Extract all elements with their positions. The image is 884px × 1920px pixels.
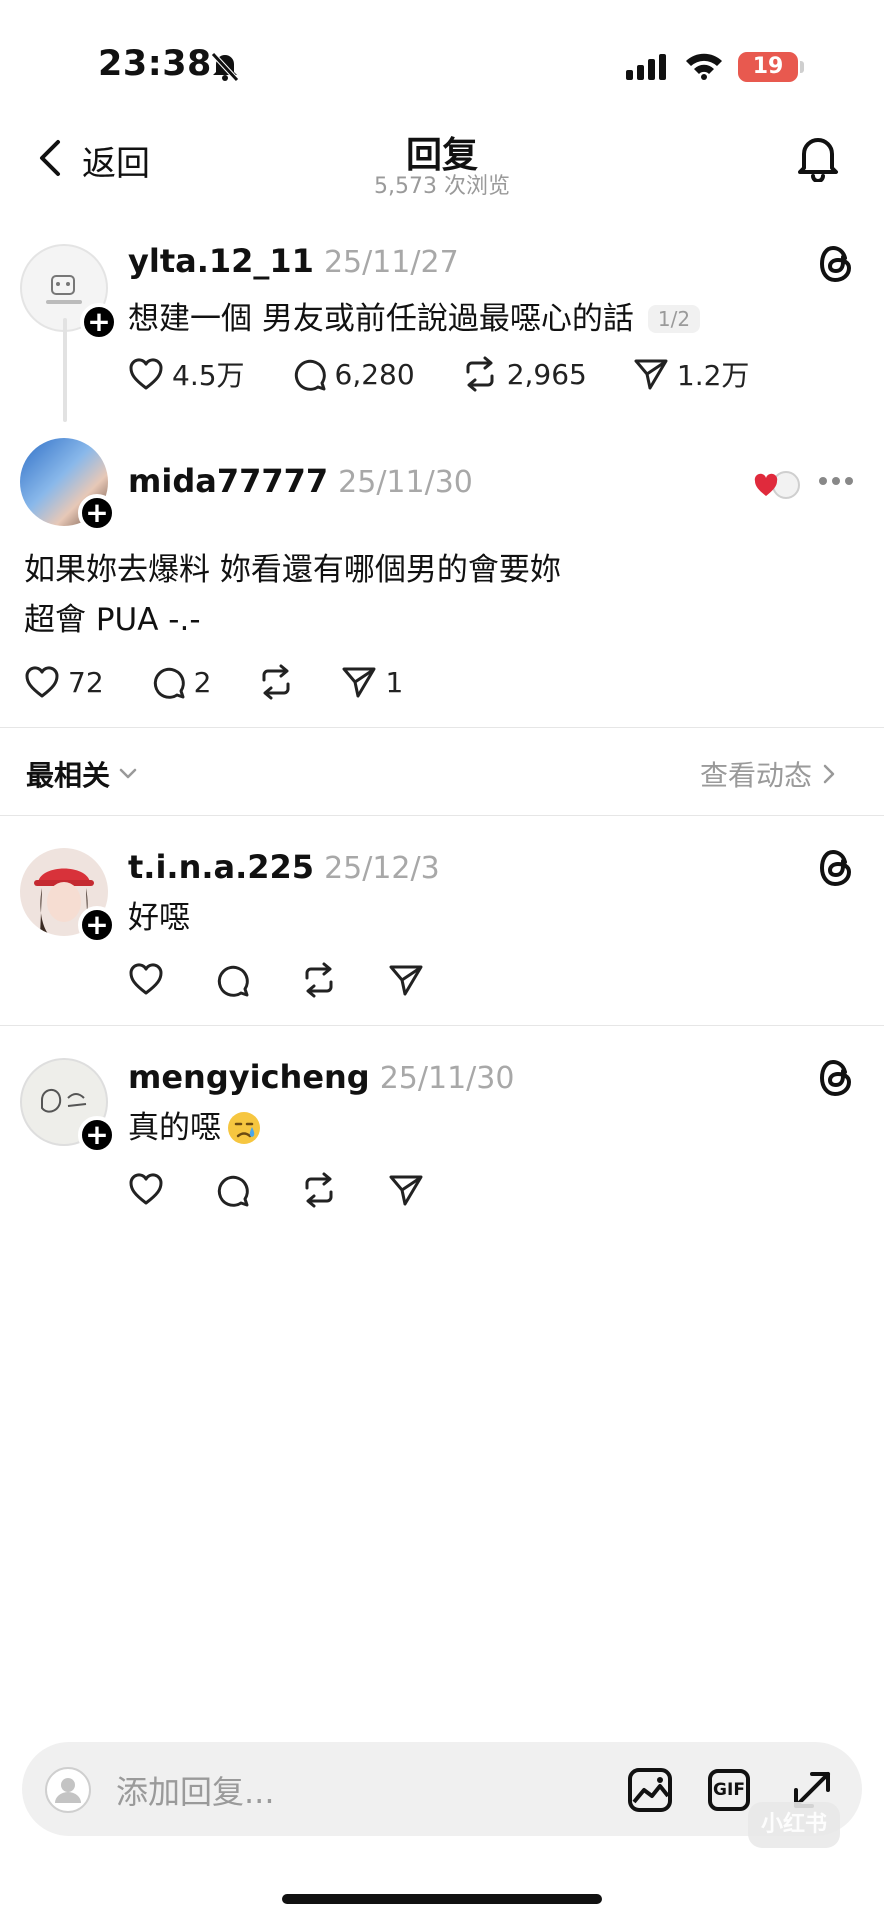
threads-icon[interactable] bbox=[818, 848, 854, 888]
status-time: 23:38 bbox=[98, 44, 212, 84]
repost-button[interactable]: 2,965 bbox=[461, 354, 587, 394]
reply-body: 真的噁 bbox=[128, 1103, 263, 1153]
follow-plus-icon[interactable]: + bbox=[78, 1116, 116, 1154]
post-actions: 4.5万 6,280 2,965 1.2万 bbox=[128, 354, 749, 394]
comment-icon[interactable] bbox=[214, 1172, 250, 1208]
post-body: 想建一個 男友或前任說過最噁心的話 1/2 bbox=[128, 294, 701, 344]
post-header: ylta.12_11 25/11/27 bbox=[128, 242, 459, 280]
share-count: 1.2万 bbox=[676, 359, 750, 392]
signal-icon bbox=[626, 54, 670, 80]
like-count: 4.5万 bbox=[172, 359, 245, 392]
heart-icon bbox=[25, 666, 59, 698]
more-icon[interactable] bbox=[818, 476, 854, 486]
bell-off-icon bbox=[210, 50, 240, 82]
comment-icon bbox=[153, 667, 185, 699]
reply-text-line2: 超會 PUA -.- bbox=[24, 602, 201, 638]
follow-plus-icon[interactable]: + bbox=[80, 303, 118, 341]
divider bbox=[0, 815, 884, 816]
reply-input[interactable]: 添加回复... bbox=[116, 1767, 275, 1813]
reply-header: mengyicheng 25/11/30 bbox=[128, 1058, 514, 1096]
chevron-down-icon bbox=[119, 768, 137, 779]
share-icon[interactable] bbox=[388, 962, 424, 998]
heart-icon bbox=[129, 358, 163, 390]
repost-count: 2,965 bbox=[506, 357, 587, 391]
like-button[interactable]: 72 bbox=[24, 664, 104, 700]
comment-count: 2 bbox=[193, 665, 212, 699]
comment-count: 6,280 bbox=[334, 357, 415, 391]
share-count: 1 bbox=[385, 665, 404, 699]
like-count: 72 bbox=[68, 665, 104, 699]
post-text: 想建一個 男友或前任說過最噁心的話 bbox=[128, 301, 634, 337]
repost-icon bbox=[262, 664, 290, 700]
bell-icon bbox=[798, 138, 838, 182]
page-badge: 1/2 bbox=[647, 305, 701, 333]
comment-icon bbox=[294, 359, 326, 391]
chevron-right-icon bbox=[823, 764, 835, 784]
username[interactable]: t.i.n.a.225 bbox=[128, 848, 314, 886]
reply-text-line1: 如果妳去爆料 妳看還有哪個男的會要妳 bbox=[24, 552, 561, 588]
reply-actions bbox=[128, 1172, 424, 1208]
threads-icon[interactable] bbox=[818, 1058, 854, 1098]
activity-label: 查看动态 bbox=[700, 759, 813, 792]
sort-label: 最相关 bbox=[26, 759, 111, 792]
comment-button[interactable]: 2 bbox=[150, 664, 212, 700]
divider bbox=[0, 1025, 884, 1026]
username[interactable]: mengyicheng bbox=[128, 1058, 370, 1096]
divider bbox=[0, 727, 884, 728]
reply-date: 25/12/3 bbox=[324, 851, 440, 886]
share-icon[interactable] bbox=[388, 1172, 424, 1208]
home-indicator bbox=[282, 1894, 602, 1904]
view-activity-link[interactable]: 查看动态 bbox=[700, 754, 836, 794]
reply-actions: 72 2 1 bbox=[24, 664, 403, 700]
reply-text: 真的噁 bbox=[128, 1110, 221, 1146]
battery-indicator: 19 bbox=[738, 52, 798, 82]
like-button[interactable]: 4.5万 bbox=[128, 354, 245, 394]
reply-header: mida77777 25/11/30 bbox=[128, 462, 473, 500]
notification-button[interactable] bbox=[796, 132, 840, 182]
user-avatar-icon bbox=[44, 1766, 92, 1814]
post-date: 25/11/27 bbox=[323, 245, 459, 280]
reply-date: 25/11/30 bbox=[338, 465, 473, 500]
threads-icon[interactable] bbox=[818, 244, 854, 284]
thread-line bbox=[63, 318, 67, 422]
share-icon bbox=[342, 667, 376, 698]
view-count: 5,573 次浏览 bbox=[374, 174, 510, 199]
reply-actions bbox=[128, 962, 424, 998]
share-icon bbox=[634, 359, 668, 390]
watermark: 小红书 bbox=[748, 1802, 840, 1848]
repost-icon bbox=[466, 356, 494, 392]
heart-icon[interactable] bbox=[128, 962, 164, 996]
username[interactable]: mida77777 bbox=[128, 462, 328, 500]
sort-dropdown[interactable]: 最相关 bbox=[26, 754, 138, 794]
reply-header: t.i.n.a.225 25/12/3 bbox=[128, 848, 440, 886]
comment-icon[interactable] bbox=[214, 962, 250, 998]
follow-plus-icon[interactable]: + bbox=[78, 494, 116, 532]
crying-face-icon bbox=[228, 1112, 260, 1144]
follow-plus-icon[interactable]: + bbox=[78, 906, 116, 944]
repost-icon[interactable] bbox=[300, 962, 338, 998]
liked-by-author-icon bbox=[752, 468, 802, 502]
username[interactable]: ylta.12_11 bbox=[128, 242, 314, 280]
reply-date: 25/11/30 bbox=[379, 1061, 515, 1096]
share-button[interactable]: 1 bbox=[341, 664, 403, 700]
image-icon[interactable] bbox=[626, 1766, 674, 1814]
share-button[interactable]: 1.2万 bbox=[633, 354, 750, 394]
battery-cap bbox=[800, 61, 804, 73]
comment-button[interactable]: 6,280 bbox=[291, 354, 415, 394]
gif-icon[interactable]: GIF bbox=[708, 1769, 750, 1811]
repost-button[interactable] bbox=[257, 664, 295, 700]
reply-text: 好噁 bbox=[128, 900, 190, 936]
wifi-icon bbox=[684, 50, 724, 80]
repost-icon[interactable] bbox=[300, 1172, 338, 1208]
heart-icon[interactable] bbox=[128, 1172, 164, 1206]
